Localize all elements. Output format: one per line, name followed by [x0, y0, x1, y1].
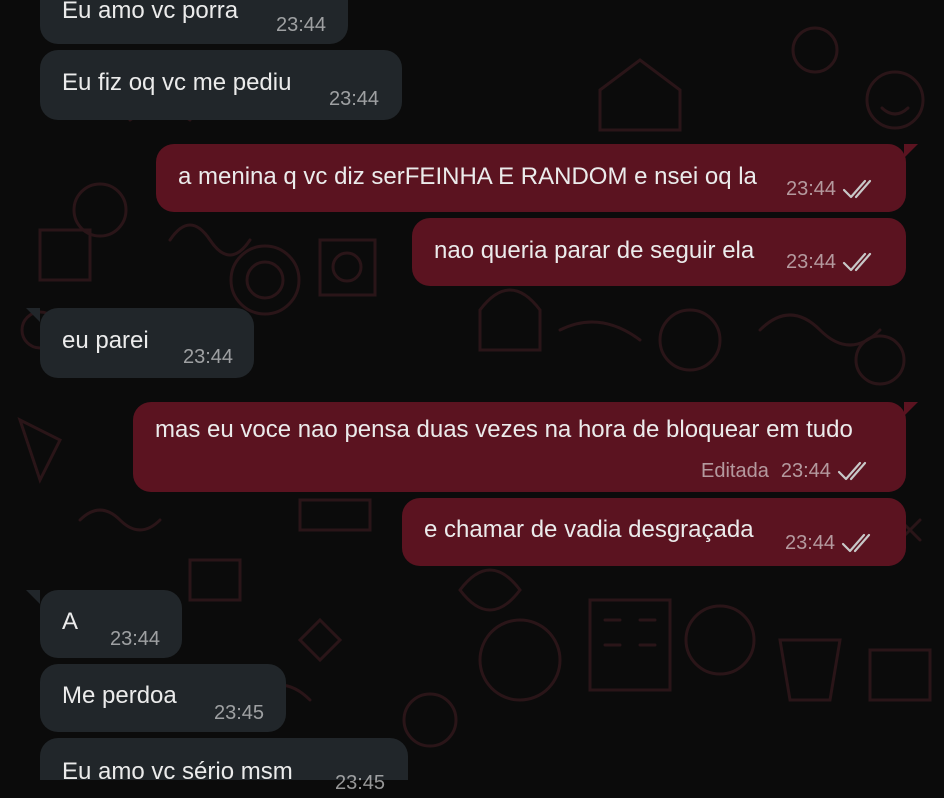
message-bubble-outgoing[interactable]: nao queria parar de seguir ela 23:44: [412, 218, 906, 286]
message-meta: 23:44: [786, 174, 878, 204]
message-timestamp: 23:44: [183, 346, 234, 368]
message-meta: 23:44: [786, 247, 878, 277]
message-text: Eu fiz oq vc me pediu: [62, 69, 292, 96]
message-bubble-incoming[interactable]: Eu fiz oq vc me pediu 23:44: [40, 50, 402, 120]
message-text: Eu amo vc sério msm: [62, 758, 293, 785]
message-timestamp: 23:45: [214, 702, 265, 724]
message-bubble-outgoing[interactable]: e chamar de vadia desgraçada 23:44: [402, 498, 906, 566]
message-timestamp: 23:44: [329, 88, 380, 110]
message-text: e chamar de vadia desgraçada: [424, 516, 754, 543]
message-bubble-incoming[interactable]: Eu amo vc porra 23:44: [40, 0, 348, 44]
bubble-tail: [26, 308, 40, 322]
message-bubble-incoming[interactable]: Eu amo vc sério msm 23:45: [40, 738, 408, 794]
message-bubble-outgoing[interactable]: a menina q vc diz serFEINHA E RANDOM e n…: [156, 144, 906, 212]
bubble-tail: [904, 402, 918, 416]
double-check-icon: [842, 179, 872, 199]
message-text: Eu amo vc porra: [62, 0, 239, 24]
message-meta: 23:44: [785, 528, 877, 558]
message-bubble-incoming[interactable]: eu parei 23:44: [40, 308, 254, 378]
message-timestamp: 23:44: [780, 460, 831, 482]
message-bubble-incoming[interactable]: Me perdoa 23:45: [40, 664, 286, 732]
message-meta: Editada 23:44: [701, 456, 873, 486]
message-timestamp: 23:44: [786, 251, 837, 273]
message-timestamp: 23:44: [785, 532, 836, 554]
message-text: a menina q vc diz serFEINHA E RANDOM e n…: [178, 163, 757, 190]
double-check-icon: [837, 461, 867, 481]
message-text: A: [62, 608, 79, 635]
message-bubble-incoming[interactable]: A 23:44: [40, 590, 182, 658]
message-bubble-outgoing[interactable]: mas eu voce nao pensa duas vezes na hora…: [133, 402, 906, 492]
bubble-tail: [904, 144, 918, 158]
message-text: mas eu voce nao pensa duas vezes na hora…: [155, 416, 853, 443]
message-timestamp: 23:44: [786, 178, 837, 200]
message-timestamp: 23:44: [110, 628, 161, 650]
double-check-icon: [841, 533, 871, 553]
edited-label: Editada: [701, 460, 769, 482]
bubble-tail: [26, 590, 40, 604]
message-timestamp: 23:44: [276, 14, 327, 36]
message-text: nao queria parar de seguir ela: [434, 237, 755, 264]
message-text: Me perdoa: [62, 682, 177, 709]
message-timestamp: 23:45: [335, 772, 386, 794]
double-check-icon: [842, 252, 872, 272]
message-text: eu parei: [62, 327, 149, 354]
